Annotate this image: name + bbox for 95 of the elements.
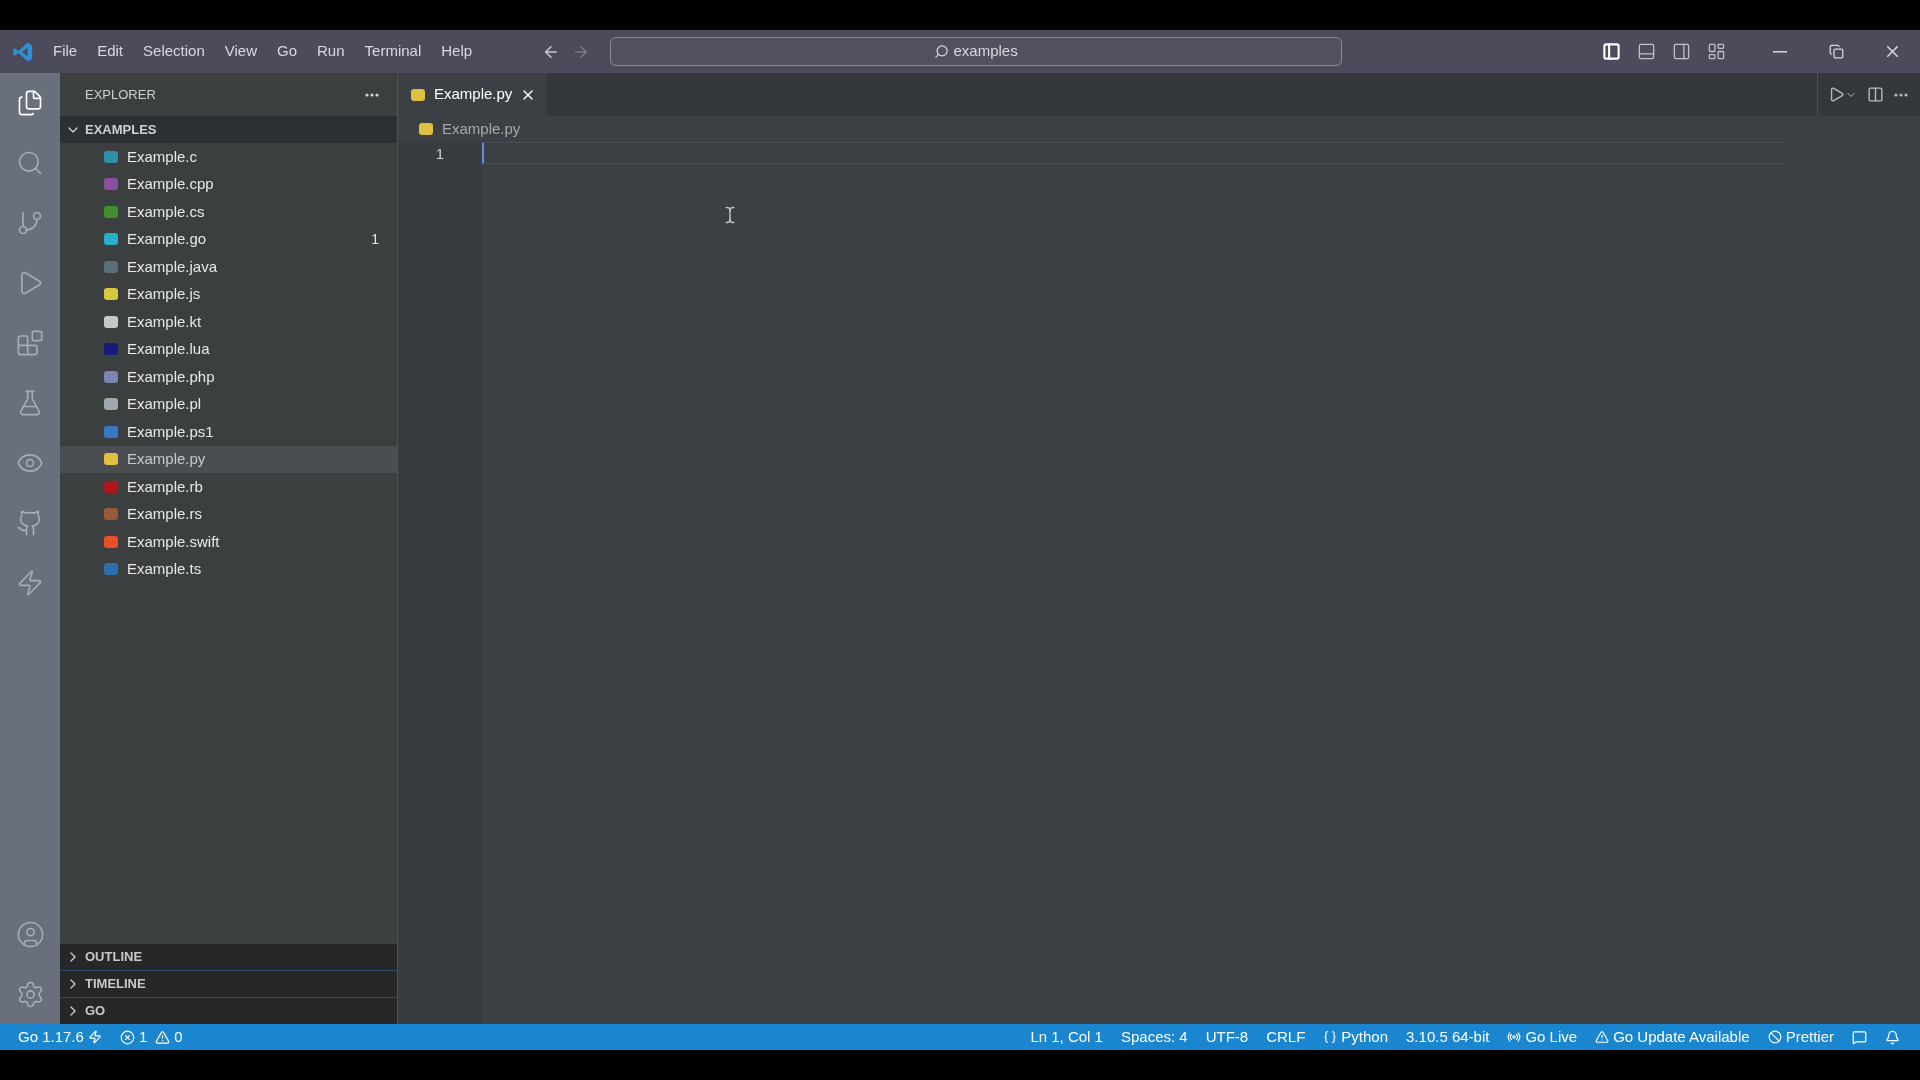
section-header[interactable]: GO — [60, 997, 397, 1024]
explorer-row[interactable]: Example.lua — [60, 335, 397, 363]
file-name: Example.pl — [127, 394, 203, 414]
lightning-icon — [87, 1030, 102, 1044]
explorer-row[interactable]: Example.swift — [60, 528, 397, 556]
file-name: Example.cs — [127, 201, 206, 222]
restore-icon — [1828, 44, 1844, 59]
explorer-row[interactable]: Example.go 1 — [60, 225, 397, 253]
problems-status[interactable]: 1 0 — [113, 1024, 189, 1050]
file-name: Example.js — [127, 284, 202, 304]
menu-item[interactable]: File — [43, 36, 88, 67]
line-number: 1 — [435, 144, 445, 164]
ban-icon — [1767, 1030, 1782, 1044]
account-icon — [15, 919, 45, 949]
explorer-row[interactable]: Example.ps1 — [60, 418, 397, 446]
menu-item[interactable]: Help — [431, 36, 483, 67]
explorer-row[interactable]: Example.js — [60, 280, 397, 308]
menu-item[interactable]: Go — [267, 36, 307, 67]
section-header[interactable]: OUTLINE — [60, 943, 397, 970]
explorer-row[interactable]: Example.rb — [60, 473, 397, 501]
menu-item[interactable]: Edit — [87, 36, 134, 67]
ellipsis-icon — [1894, 92, 1908, 97]
branch-icon — [16, 209, 44, 237]
explorer-row[interactable]: Example.py — [60, 445, 397, 473]
explorer-row[interactable]: Example.cpp — [60, 170, 397, 198]
more-actions-button[interactable] — [1894, 92, 1908, 97]
command-search-field[interactable]: examples — [610, 37, 1343, 66]
menu-item[interactable]: View — [214, 36, 267, 67]
ellipsis-icon — [365, 92, 379, 97]
status-item[interactable]: 3.10.5 64-bit — [1398, 1024, 1498, 1050]
file-name: Example.php — [127, 366, 216, 387]
file-name: Example.swift — [127, 531, 221, 552]
explorer-row[interactable]: Example.kt — [60, 308, 397, 336]
explorer-row[interactable]: Example.c — [60, 143, 397, 171]
update-status[interactable]: Go Update Available — [1587, 1024, 1758, 1050]
file-name: Example.go — [127, 229, 208, 249]
explorer-row[interactable]: Example.pl — [60, 390, 397, 418]
warning-icon — [155, 1029, 171, 1045]
blocks-icon — [16, 329, 44, 357]
explorer-row[interactable]: Example.cs — [60, 198, 397, 226]
minimize-icon — [1773, 50, 1787, 53]
status-item[interactable]: UTF-8 — [1197, 1024, 1257, 1050]
explorer-row[interactable]: Example.php — [60, 363, 397, 391]
live-server-status[interactable]: Go Live — [1499, 1024, 1586, 1050]
split-icon — [1867, 86, 1884, 103]
menu-item[interactable]: Terminal — [354, 36, 432, 67]
status-item[interactable]: Ln 1, Col 1 — [1022, 1024, 1111, 1050]
warning-icon — [1595, 1030, 1610, 1044]
files-icon — [16, 89, 44, 117]
search-icon — [16, 149, 44, 177]
side-panel-layout-icon — [1672, 42, 1691, 61]
breadcrumb[interactable]: Example.py — [442, 117, 521, 141]
explorer-row[interactable]: Example.java — [60, 253, 397, 281]
file-name: Example.cpp — [127, 174, 215, 194]
sidebar-layout-icon — [1602, 42, 1621, 61]
panel-layout-icon — [1637, 42, 1656, 61]
file-name: Example.lua — [127, 339, 211, 359]
play-icon — [1828, 86, 1845, 103]
language-status[interactable]: Python — [1315, 1024, 1397, 1050]
lightning-icon — [16, 569, 44, 597]
file-name: Example.rb — [127, 476, 204, 497]
file-name: Example.kt — [127, 311, 203, 332]
formatter-status[interactable]: Prettier — [1759, 1024, 1842, 1050]
menu-item[interactable]: Run — [307, 36, 355, 67]
status-item[interactable]: Spaces: 4 — [1112, 1024, 1196, 1050]
folder-header[interactable]: EXAMPLES — [60, 116, 397, 143]
file-name: Example.c — [127, 146, 199, 167]
go-version-status[interactable]: Go 1.17.6 — [0, 1024, 114, 1050]
more-actions-button[interactable] — [365, 92, 379, 97]
braces-icon — [1323, 1030, 1338, 1044]
file-name: Example.py — [127, 449, 207, 469]
editor-logo-icon — [12, 40, 34, 63]
sidebar-layout-button[interactable] — [1600, 40, 1623, 63]
search-text: examples — [953, 41, 1018, 62]
search-icon — [934, 44, 950, 59]
panel-title: EXPLORER — [85, 85, 156, 104]
editor-tab[interactable]: Example.py — [398, 73, 547, 116]
section-header[interactable]: TIMELINE — [60, 970, 397, 997]
file-name: Example.java — [127, 256, 219, 277]
run-button[interactable] — [1828, 86, 1857, 103]
error-icon — [119, 1029, 135, 1045]
file-name: Example.rs — [127, 504, 204, 524]
explorer-row[interactable]: Example.ts — [60, 555, 397, 583]
menu-item[interactable]: Selection — [133, 36, 215, 67]
status-item[interactable]: CRLF — [1258, 1024, 1314, 1050]
file-name: Example.ts — [127, 559, 203, 579]
broadcast-icon — [1507, 1030, 1522, 1044]
explorer-row[interactable]: Example.rs — [60, 500, 397, 528]
file-name: Example.ps1 — [127, 421, 215, 442]
layout-icon — [1707, 42, 1726, 61]
problem-count: 1 — [371, 229, 379, 249]
split-editor-button[interactable] — [1867, 86, 1884, 103]
feedback-icon — [1852, 1029, 1867, 1045]
bell-icon — [1885, 1029, 1900, 1045]
tab-label: Example.py — [434, 84, 513, 105]
